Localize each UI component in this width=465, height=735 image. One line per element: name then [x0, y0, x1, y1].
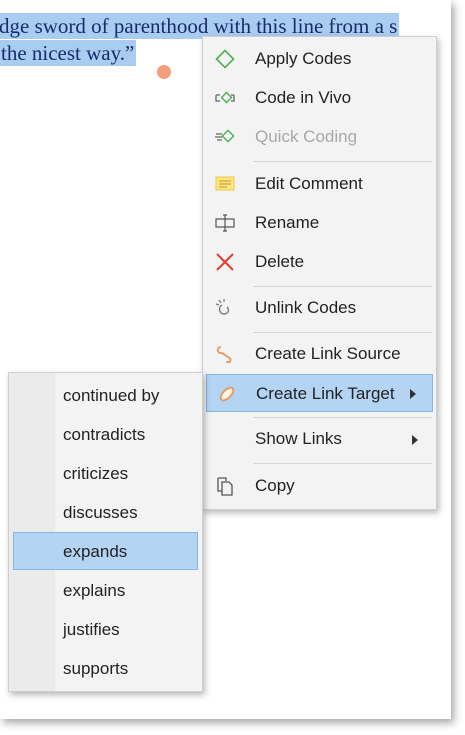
submenu-arrow-icon [412, 435, 418, 445]
rename-icon [213, 212, 237, 234]
menu-item-edit-comment[interactable]: Edit Comment [205, 166, 434, 202]
menu-separator [253, 161, 432, 162]
submenu-item-label: explains [63, 581, 126, 600]
submenu-item-supports[interactable]: supports [13, 649, 198, 687]
edit-comment-icon [213, 173, 237, 195]
menu-item-label: Show Links [255, 429, 342, 448]
menu-separator [253, 463, 432, 464]
submenu-item-explains[interactable]: explains [13, 571, 198, 609]
menu-separator [253, 286, 432, 287]
copy-icon [213, 475, 237, 497]
menu-item-rename[interactable]: Rename [205, 205, 434, 241]
link-target-icon [215, 383, 239, 405]
menu-item-quick-coding[interactable]: Quick Coding [205, 119, 434, 155]
menu-item-unlink-codes[interactable]: Unlink Codes [205, 290, 434, 326]
submenu-item-label: discusses [63, 503, 138, 522]
menu-item-show-links[interactable]: Show Links [205, 421, 434, 457]
submenu-item-label: justifies [63, 620, 120, 639]
menu-item-label: Delete [255, 252, 305, 271]
apply-codes-icon [213, 48, 237, 70]
link-target-submenu: continued by contradicts criticizes disc… [8, 372, 203, 692]
quick-coding-icon [213, 126, 237, 148]
menu-item-label: Quick Coding [255, 127, 358, 146]
code-in-vivo-icon [213, 87, 237, 109]
menu-item-label: Code in Vivo [255, 88, 352, 107]
menu-item-code-in-vivo[interactable]: Code in Vivo [205, 80, 434, 116]
link-source-icon [213, 343, 237, 365]
selection-handle[interactable] [157, 65, 171, 79]
context-menu: Apply Codes Code in Vivo Quick Coding Ed… [202, 36, 437, 510]
unlink-codes-icon [213, 297, 237, 319]
menu-item-delete[interactable]: Delete [205, 244, 434, 280]
menu-separator [253, 332, 432, 333]
submenu-item-contradicts[interactable]: contradicts [13, 415, 198, 453]
menu-item-create-link-source[interactable]: Create Link Source [205, 336, 434, 372]
submenu-item-discusses[interactable]: discusses [13, 493, 198, 531]
menu-item-label: Create Link Target [256, 384, 395, 403]
menu-item-label: Apply Codes [255, 49, 352, 68]
menu-item-create-link-target[interactable]: Create Link Target [206, 374, 433, 412]
submenu-item-label: continued by [63, 386, 160, 405]
menu-item-label: Edit Comment [255, 174, 363, 193]
menu-separator [253, 417, 432, 418]
menu-item-label: Copy [255, 476, 295, 495]
submenu-arrow-icon [410, 389, 416, 399]
delete-icon [213, 251, 237, 273]
submenu-item-expands[interactable]: expands [13, 532, 198, 570]
submenu-item-label: criticizes [63, 464, 129, 483]
selected-text-line-2[interactable]: the nicest way.” [0, 40, 137, 66]
submenu-item-criticizes[interactable]: criticizes [13, 454, 198, 492]
menu-item-label: Unlink Codes [255, 298, 357, 317]
menu-item-copy[interactable]: Copy [205, 468, 434, 504]
submenu-item-label: contradicts [63, 425, 146, 444]
menu-item-apply-codes[interactable]: Apply Codes [205, 41, 434, 77]
menu-item-label: Rename [255, 213, 320, 232]
menu-item-label: Create Link Source [255, 344, 401, 363]
submenu-item-justifies[interactable]: justifies [13, 610, 198, 648]
submenu-item-label: supports [63, 659, 129, 678]
submenu-item-continued-by[interactable]: continued by [13, 376, 198, 414]
submenu-item-label: expands [63, 542, 128, 561]
